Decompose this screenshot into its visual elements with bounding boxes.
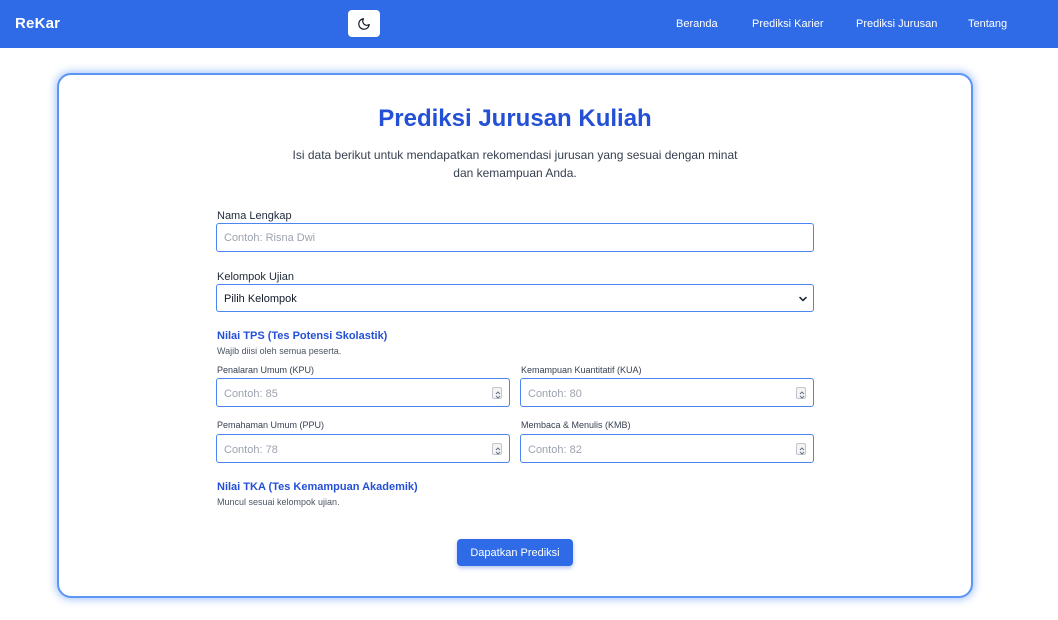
kua-input-placeholder: Contoh: 80 — [528, 388, 582, 400]
nav-link-prediksi-karier[interactable]: Prediksi Karier — [752, 18, 824, 30]
kmb-stepper[interactable] — [796, 443, 806, 455]
kua-input[interactable]: Contoh: 80 — [520, 378, 814, 407]
tps-section-note: Wajib diisi oleh semua peserta. — [217, 346, 342, 356]
moon-icon — [358, 17, 370, 30]
ppu-stepper[interactable] — [492, 443, 502, 455]
page-description: Isi data berikut untuk mendapatkan rekom… — [292, 148, 738, 180]
name-input[interactable] — [216, 223, 814, 252]
kmb-input-placeholder: Contoh: 82 — [528, 444, 582, 456]
kua-label: Kemampuan Kuantitatif (KUA) — [521, 365, 642, 375]
theme-toggle-button[interactable] — [348, 10, 380, 37]
stepper-arrows-icon — [799, 447, 805, 455]
kmb-input[interactable]: Contoh: 82 — [520, 434, 814, 463]
stepper-arrows-icon — [495, 391, 501, 399]
group-select[interactable]: Pilih Kelompok — [216, 284, 814, 312]
stepper-arrows-icon — [495, 447, 501, 455]
name-label: Nama Lengkap — [217, 210, 292, 222]
kua-stepper[interactable] — [796, 387, 806, 399]
ppu-label: Pemahaman Umum (PPU) — [217, 420, 325, 430]
kpu-input-placeholder: Contoh: 85 — [224, 388, 278, 400]
page-title: Prediksi Jurusan Kuliah — [378, 105, 652, 132]
kpu-label: Penalaran Umum (KPU) — [217, 365, 315, 375]
stepper-arrows-icon — [799, 391, 805, 399]
tka-section-note: Muncul sesuai kelompok ujian. — [217, 497, 340, 507]
ppu-input[interactable]: Contoh: 78 — [216, 434, 510, 463]
nav-link-prediksi-jurusan[interactable]: Prediksi Jurusan — [856, 18, 937, 30]
nav-link-beranda[interactable]: Beranda — [676, 18, 718, 30]
group-select-value: Pilih Kelompok — [224, 293, 297, 305]
tka-section-title: Nilai TKA (Tes Kemampuan Akademik) — [217, 481, 418, 493]
top-navbar: ReKar Beranda Prediksi Karier Prediksi J… — [0, 0, 1058, 48]
kmb-label: Membaca & Menulis (KMB) — [521, 420, 631, 430]
kpu-input[interactable]: Contoh: 85 — [216, 378, 510, 407]
tps-section-title: Nilai TPS (Tes Potensi Skolastik) — [217, 330, 388, 342]
brand-logo[interactable]: ReKar — [15, 15, 60, 32]
group-label: Kelompok Ujian — [217, 271, 295, 283]
chevron-down-icon — [799, 296, 807, 302]
nav-link-tentang[interactable]: Tentang — [968, 18, 1007, 30]
submit-prediction-button[interactable]: Dapatkan Prediksi — [457, 539, 573, 566]
kpu-stepper[interactable] — [492, 387, 502, 399]
ppu-input-placeholder: Contoh: 78 — [224, 444, 278, 456]
